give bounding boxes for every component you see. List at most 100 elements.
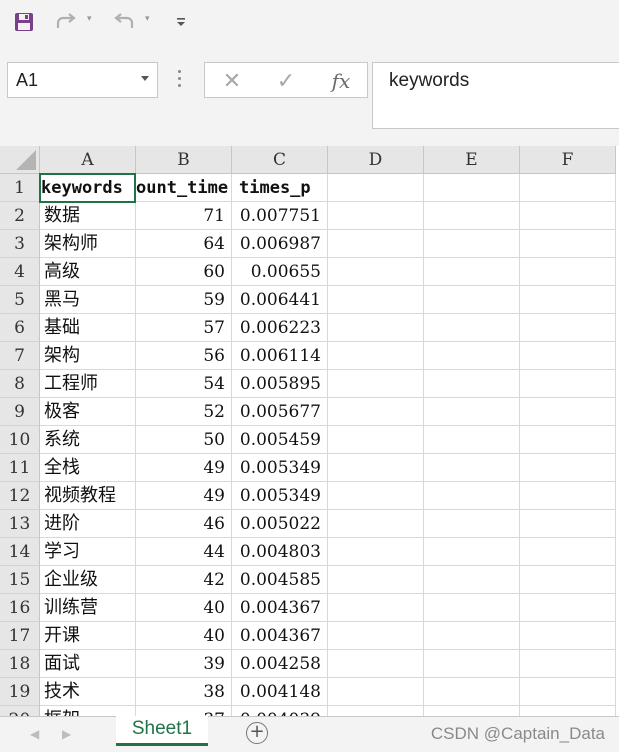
grid-cell[interactable] bbox=[424, 314, 520, 342]
row-header[interactable]: 3 bbox=[0, 230, 40, 258]
drag-handle-icon[interactable] bbox=[178, 70, 182, 90]
row-header[interactable]: 19 bbox=[0, 678, 40, 706]
row-header[interactable]: 9 bbox=[0, 398, 40, 426]
grid-cell[interactable] bbox=[328, 230, 424, 258]
cell-keyword[interactable]: 数据 bbox=[40, 202, 136, 230]
cell-keyword[interactable]: 黑马 bbox=[40, 286, 136, 314]
grid-cell[interactable] bbox=[328, 258, 424, 286]
cell-count[interactable]: 64 bbox=[136, 230, 232, 258]
row-header[interactable]: 17 bbox=[0, 622, 40, 650]
name-box[interactable]: A1 bbox=[7, 62, 158, 98]
grid-cell[interactable] bbox=[424, 510, 520, 538]
column-header-c[interactable]: C bbox=[232, 146, 328, 174]
grid-cell[interactable] bbox=[520, 538, 616, 566]
grid-cell[interactable] bbox=[328, 174, 424, 202]
row-header[interactable]: 5 bbox=[0, 286, 40, 314]
row-header[interactable]: 6 bbox=[0, 314, 40, 342]
add-sheet-icon[interactable]: + bbox=[246, 722, 268, 744]
insert-function-button[interactable]: fx bbox=[327, 69, 355, 93]
cell-count[interactable]: 40 bbox=[136, 622, 232, 650]
column-header-b[interactable]: B bbox=[136, 146, 232, 174]
row-header[interactable]: 4 bbox=[0, 258, 40, 286]
column-header-a[interactable]: A bbox=[40, 146, 136, 174]
row-header[interactable]: 2 bbox=[0, 202, 40, 230]
undo-icon[interactable] bbox=[110, 10, 138, 34]
grid-cell[interactable] bbox=[520, 174, 616, 202]
cell-count[interactable]: 44 bbox=[136, 538, 232, 566]
grid-cell[interactable] bbox=[328, 426, 424, 454]
row-header[interactable]: 16 bbox=[0, 594, 40, 622]
cell-keyword[interactable]: 基础 bbox=[40, 314, 136, 342]
cell-keyword[interactable]: 开课 bbox=[40, 622, 136, 650]
row-header[interactable]: 13 bbox=[0, 510, 40, 538]
cell-count[interactable]: 46 bbox=[136, 510, 232, 538]
grid-cell[interactable] bbox=[424, 482, 520, 510]
cell-keyword[interactable]: 企业级 bbox=[40, 566, 136, 594]
grid-cell[interactable] bbox=[328, 594, 424, 622]
row-header[interactable]: 1 bbox=[0, 174, 40, 202]
customize-toolbar-icon[interactable] bbox=[172, 10, 190, 34]
grid-cell[interactable] bbox=[424, 258, 520, 286]
select-all-button[interactable] bbox=[0, 146, 40, 174]
cell-proportion[interactable]: 0.006114 bbox=[232, 342, 328, 370]
grid-cell[interactable] bbox=[424, 650, 520, 678]
sheet-tab-sheet1[interactable]: Sheet1 bbox=[116, 716, 208, 746]
cell-count[interactable]: 52 bbox=[136, 398, 232, 426]
grid-cell[interactable] bbox=[328, 314, 424, 342]
grid-cell[interactable] bbox=[328, 538, 424, 566]
formula-input[interactable]: keywords bbox=[372, 62, 619, 129]
grid-cell[interactable] bbox=[328, 510, 424, 538]
grid-cell[interactable] bbox=[424, 230, 520, 258]
grid-cell[interactable] bbox=[328, 370, 424, 398]
undo-dropdown-icon[interactable]: ▾ bbox=[145, 14, 150, 24]
cell-proportion[interactable]: 0.004585 bbox=[232, 566, 328, 594]
row-header[interactable]: 12 bbox=[0, 482, 40, 510]
cell-proportion[interactable]: 0.004039 bbox=[232, 706, 328, 716]
cell-keyword[interactable]: 学习 bbox=[40, 538, 136, 566]
grid-cell[interactable] bbox=[424, 566, 520, 594]
grid-cell[interactable] bbox=[520, 566, 616, 594]
cell-keyword[interactable]: 技术 bbox=[40, 678, 136, 706]
grid-cell[interactable] bbox=[328, 482, 424, 510]
cell-proportion[interactable]: 0.006987 bbox=[232, 230, 328, 258]
column-header-f[interactable]: F bbox=[520, 146, 616, 174]
cell-count[interactable]: 37 bbox=[136, 706, 232, 716]
grid-cell[interactable] bbox=[424, 342, 520, 370]
cell-keyword[interactable]: 进阶 bbox=[40, 510, 136, 538]
scroll-right-icon[interactable]: ▶ bbox=[62, 727, 71, 741]
cell-keyword[interactable]: 全栈 bbox=[40, 454, 136, 482]
cell-b1[interactable]: ount_time bbox=[136, 174, 232, 202]
cell-count[interactable]: 60 bbox=[136, 258, 232, 286]
grid-cell[interactable] bbox=[520, 622, 616, 650]
grid-cell[interactable] bbox=[328, 398, 424, 426]
cell-keyword[interactable]: 架构师 bbox=[40, 230, 136, 258]
cell-count[interactable]: 54 bbox=[136, 370, 232, 398]
row-header[interactable]: 20 bbox=[0, 706, 40, 716]
cell-proportion[interactable]: 0.005895 bbox=[232, 370, 328, 398]
column-header-e[interactable]: E bbox=[424, 146, 520, 174]
grid-cell[interactable] bbox=[424, 398, 520, 426]
grid-cell[interactable] bbox=[520, 510, 616, 538]
column-header-d[interactable]: D bbox=[328, 146, 424, 174]
cell-proportion[interactable]: 0.005349 bbox=[232, 454, 328, 482]
grid-cell[interactable] bbox=[424, 426, 520, 454]
cell-keyword[interactable]: 系统 bbox=[40, 426, 136, 454]
scroll-left-icon[interactable]: ◀ bbox=[30, 727, 39, 741]
row-header[interactable]: 8 bbox=[0, 370, 40, 398]
chevron-down-icon[interactable] bbox=[141, 76, 149, 81]
grid-cell[interactable] bbox=[424, 174, 520, 202]
grid-cell[interactable] bbox=[520, 370, 616, 398]
grid-cell[interactable] bbox=[424, 706, 520, 716]
cell-proportion[interactable]: 0.005677 bbox=[232, 398, 328, 426]
cell-proportion[interactable]: 0.004803 bbox=[232, 538, 328, 566]
grid-cell[interactable] bbox=[424, 538, 520, 566]
redo-dropdown-icon[interactable]: ▾ bbox=[87, 14, 92, 24]
grid-cell[interactable] bbox=[520, 286, 616, 314]
grid-cell[interactable] bbox=[328, 286, 424, 314]
row-header[interactable]: 15 bbox=[0, 566, 40, 594]
save-icon[interactable] bbox=[12, 10, 36, 34]
cell-proportion[interactable]: 0.005349 bbox=[232, 482, 328, 510]
row-header[interactable]: 7 bbox=[0, 342, 40, 370]
grid-cell[interactable] bbox=[424, 454, 520, 482]
cell-keyword[interactable]: 训练营 bbox=[40, 594, 136, 622]
